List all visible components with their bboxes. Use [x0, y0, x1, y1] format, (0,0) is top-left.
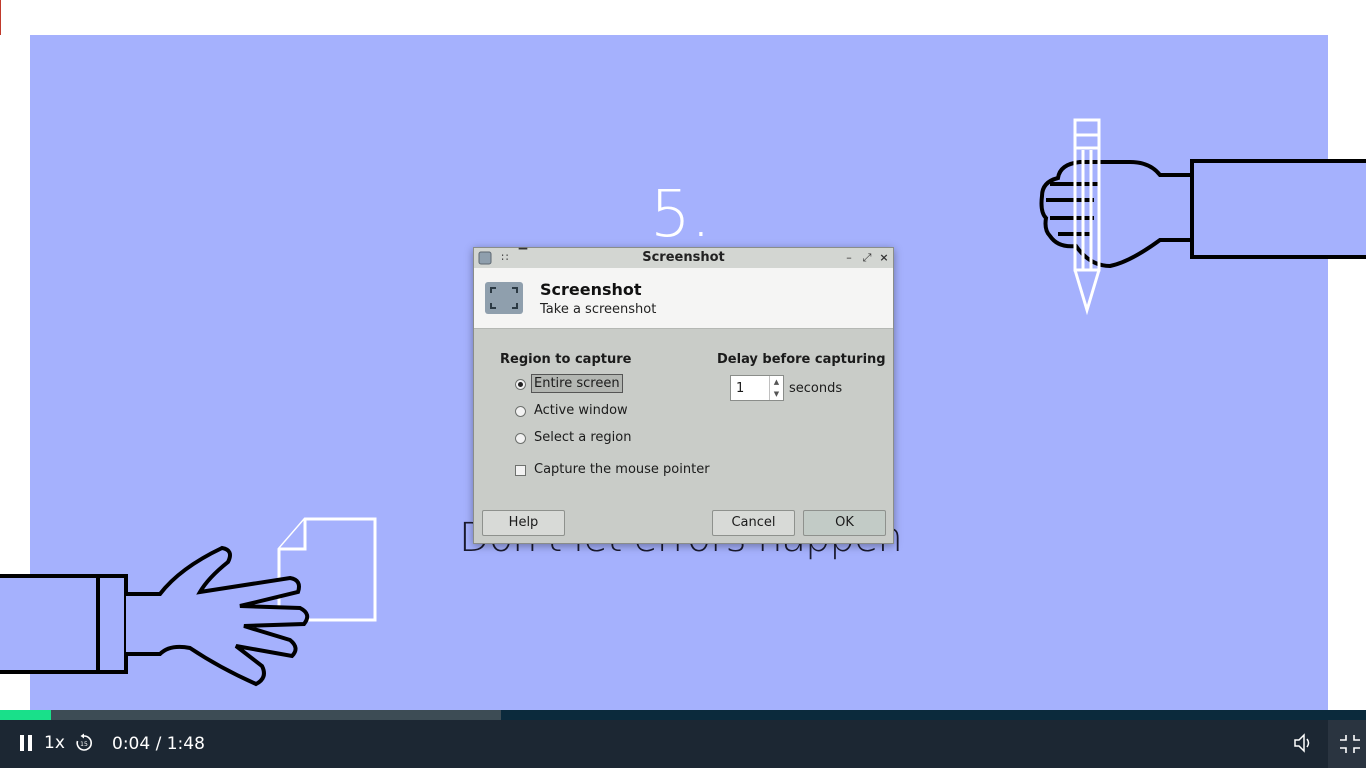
exit-fullscreen-icon: [1340, 735, 1360, 753]
radio-button[interactable]: [515, 433, 526, 444]
radio-label-active-window[interactable]: Active window: [534, 403, 628, 418]
region-label: Region to capture: [500, 352, 632, 367]
slide-number: 5.: [650, 178, 712, 252]
capture-pointer-label[interactable]: Capture the mouse pointer: [534, 462, 710, 477]
radio-label-entire-screen[interactable]: Entire screen: [531, 374, 623, 393]
minimize-icon[interactable]: –: [842, 251, 856, 265]
maximize-icon[interactable]: ⤢: [860, 251, 874, 265]
screenshot-dialog: ∷ ▔ Screenshot – ⤢ × Screenshot Take a s…: [473, 247, 894, 544]
delay-unit: seconds: [789, 381, 843, 396]
time-total: 1:48: [166, 734, 205, 754]
dialog-header-subtitle: Take a screenshot: [540, 302, 657, 317]
spin-down-icon[interactable]: ▼: [770, 388, 783, 400]
spin-arrows[interactable]: ▲ ▼: [769, 376, 783, 400]
time-display: 0:04 / 1:48: [112, 734, 205, 754]
screenshot-app-icon: [485, 282, 523, 314]
dialog-titlebar[interactable]: ∷ ▔ Screenshot – ⤢ ×: [474, 248, 893, 269]
dialog-title: Screenshot: [642, 250, 725, 265]
delay-value[interactable]: 1: [736, 381, 744, 396]
dialog-header: Screenshot Take a screenshot: [474, 268, 893, 329]
dialog-header-title: Screenshot: [540, 280, 642, 299]
delay-spinbox[interactable]: 1 ▲ ▼: [730, 375, 784, 401]
help-button[interactable]: Help: [482, 510, 565, 536]
radio-label-select-region[interactable]: Select a region: [534, 430, 631, 445]
close-icon[interactable]: ×: [877, 251, 891, 265]
svg-text:15: 15: [80, 741, 88, 748]
capture-pointer-checkbox[interactable]: [515, 465, 526, 476]
delay-label: Delay before capturing: [717, 352, 886, 367]
paper-illustration: [277, 517, 377, 622]
pause-icon[interactable]: [18, 734, 34, 756]
hand-paper-illustration: [0, 545, 310, 687]
exit-fullscreen-button[interactable]: [1328, 720, 1366, 768]
volume-icon[interactable]: [1293, 733, 1315, 757]
spin-up-icon[interactable]: ▲: [770, 376, 783, 388]
radio-button[interactable]: [515, 379, 526, 390]
progress-played: [0, 710, 51, 720]
pencil-illustration: [1073, 118, 1101, 316]
radio-button[interactable]: [515, 406, 526, 417]
ok-button[interactable]: OK: [803, 510, 886, 536]
time-current: 0:04: [112, 734, 151, 754]
playback-speed-button[interactable]: 1x: [44, 733, 65, 753]
progress-buffered: [0, 710, 501, 720]
cancel-button[interactable]: Cancel: [712, 510, 795, 536]
player-controls: 1x 15 0:04 / 1:48: [0, 720, 1366, 768]
time-separator: /: [155, 734, 162, 754]
rewind-15-icon[interactable]: 15: [74, 733, 94, 757]
progress-bar[interactable]: [0, 710, 1366, 720]
